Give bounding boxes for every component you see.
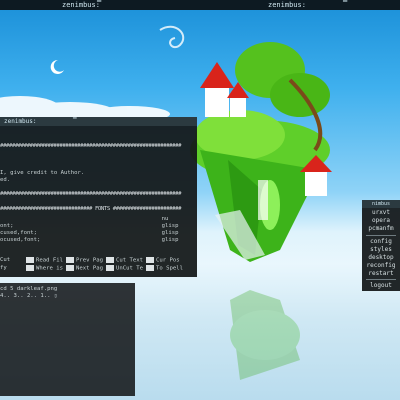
shortcut-cur-pos[interactable]: Cur Pos — [146, 257, 180, 265]
editor-line: ed. — [0, 177, 11, 183]
shortcut-to-spell[interactable]: To Spell — [146, 265, 183, 273]
editor-line: ########################################… — [0, 191, 182, 197]
terminal-line: 4.. 3.. 2.. 1.. ▯ — [0, 293, 58, 299]
moon-icon — [50, 59, 64, 74]
menu-item-desktop[interactable]: desktop — [362, 254, 400, 262]
key-icon — [26, 265, 34, 271]
editor-line: I, give credit to Author. — [0, 170, 85, 176]
window-titlebar[interactable]: zenimbus: ▔ — [0, 117, 197, 126]
root-menu[interactable]: nimbus urxvt opera pcmanfm config styles… — [362, 200, 400, 291]
shortcut-justify[interactable]: fy — [0, 265, 7, 272]
editor-line: ############################### FONTS ##… — [0, 206, 182, 212]
panel-title-left[interactable]: zenimbus: — [62, 0, 100, 10]
key-icon — [146, 257, 154, 263]
editor-line: cused,font; glisp — [0, 230, 179, 236]
terminal-line: cd 5 darkleaf.png — [0, 286, 58, 292]
menu-item-pcmanfm[interactable]: pcmanfm — [362, 225, 400, 233]
menu-header: nimbus — [362, 200, 400, 208]
editor-line: ont; glisp — [0, 223, 179, 229]
terminal-window-lower[interactable]: cd 5 darkleaf.png 4.. 3.. 2.. 1.. ▯ — [0, 283, 135, 396]
key-icon — [106, 257, 114, 263]
panel-title-right[interactable]: zenimbus: — [268, 0, 306, 10]
menu-item-logout[interactable]: logout — [362, 282, 400, 290]
floating-island — [190, 42, 332, 262]
terminal-window[interactable]: zenimbus: ▔ ############################… — [0, 117, 197, 277]
shortcut-cut-text[interactable]: Cut Text — [106, 257, 143, 265]
key-icon — [106, 265, 114, 271]
swirl-decoration — [159, 25, 185, 49]
shortcut-uncut-text[interactable]: UnCut Te — [106, 265, 143, 273]
desktop: zenimbus: ▔ zenimbus: ▔ zenimbus: ▔ ####… — [0, 0, 400, 400]
key-icon — [146, 265, 154, 271]
shortcut-where-is[interactable]: Where is — [26, 265, 63, 273]
key-icon — [66, 265, 74, 271]
panel-separator-icon: ▔ — [343, 1, 348, 9]
shortcut-prev-page[interactable]: Prev Pag — [66, 257, 103, 265]
panel-separator-icon: ▔ — [97, 1, 102, 9]
key-icon — [66, 257, 74, 263]
shortcut-next-page[interactable]: Next Pag — [66, 265, 103, 273]
menu-item-opera[interactable]: opera — [362, 217, 400, 225]
menu-item-styles[interactable]: styles — [362, 246, 400, 254]
menu-item-reconfig[interactable]: reconfig — [362, 262, 400, 270]
editor-line: ocused,font; glisp — [0, 237, 179, 243]
top-panel: zenimbus: ▔ zenimbus: ▔ — [0, 0, 400, 10]
editor-line: nu — [0, 216, 169, 222]
shortcut-cut[interactable]: Cut — [0, 257, 10, 264]
editor-line: ########################################… — [0, 143, 182, 149]
menu-separator — [366, 235, 396, 236]
window-title: zenimbus: — [4, 118, 37, 125]
menu-item-urxvt[interactable]: urxvt — [362, 209, 400, 217]
island-reflection — [230, 290, 300, 380]
menu-item-config[interactable]: config — [362, 238, 400, 246]
menu-separator — [366, 279, 396, 280]
window-menu-icon[interactable]: ▔ — [73, 117, 77, 126]
menu-item-restart[interactable]: restart — [362, 270, 400, 278]
key-icon — [26, 257, 34, 263]
shortcut-read-file[interactable]: Read Fil — [26, 257, 63, 265]
